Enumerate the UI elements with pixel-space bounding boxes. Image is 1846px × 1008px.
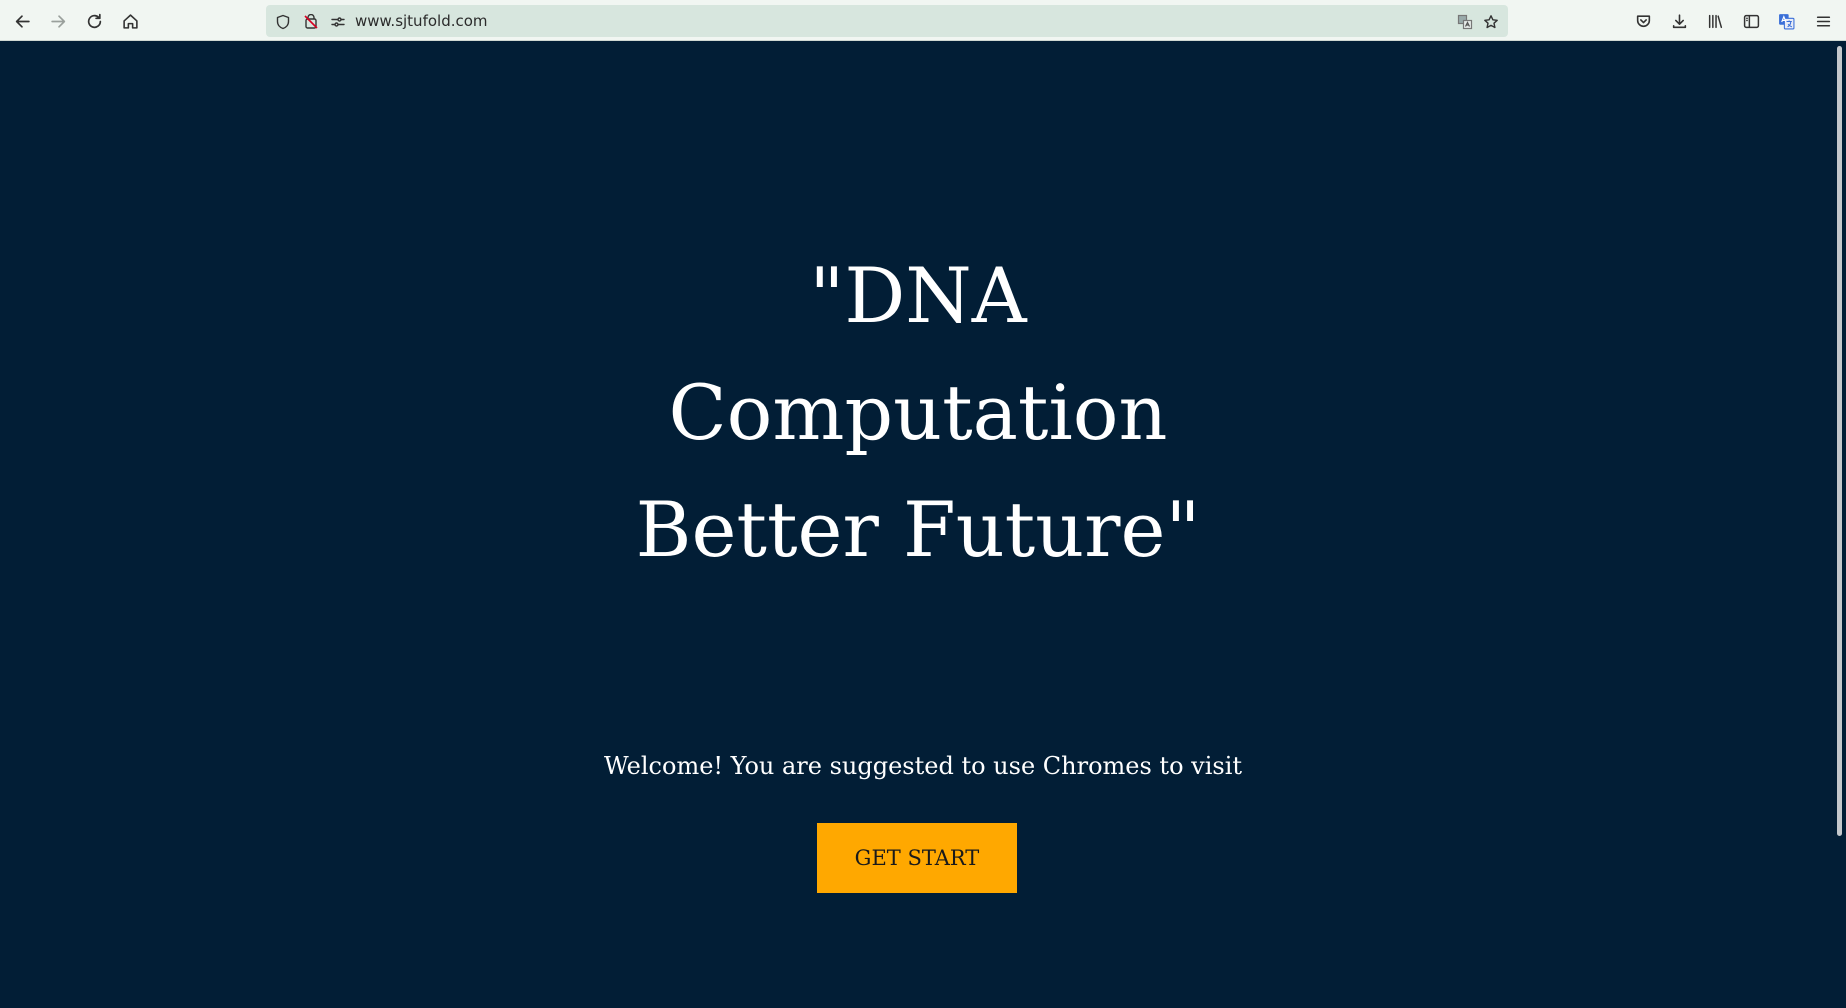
tracking-protection-button[interactable]	[274, 13, 291, 30]
hero-title-line-2: Computation	[668, 368, 1168, 457]
get-start-button[interactable]: GET START	[817, 823, 1017, 893]
back-button[interactable]	[7, 6, 37, 36]
bookmark-button[interactable]	[1482, 13, 1499, 30]
home-icon	[122, 13, 138, 29]
site-info-button[interactable]	[329, 13, 346, 30]
browser-toolbar: www.sjtufold.com	[0, 0, 1846, 41]
address-bar[interactable]: www.sjtufold.com	[266, 5, 1508, 37]
permissions-button[interactable]	[302, 13, 319, 30]
library-button[interactable]	[1700, 6, 1730, 36]
shield-icon	[276, 14, 289, 29]
hamburger-menu-icon	[1816, 15, 1830, 27]
pocket-icon	[1636, 14, 1650, 27]
menu-button[interactable]	[1808, 6, 1838, 36]
scrollbar[interactable]	[1837, 46, 1842, 836]
sidebar-icon	[1743, 14, 1759, 28]
translate-button[interactable]	[1456, 13, 1473, 30]
hero-title-line-1: "DNA	[809, 251, 1027, 340]
library-icon	[1708, 14, 1722, 28]
arrow-left-icon	[15, 14, 30, 28]
forward-button[interactable]	[43, 6, 73, 36]
welcome-message: Welcome! You are suggested to use Chrome…	[603, 752, 1243, 780]
reload-button[interactable]	[79, 6, 109, 36]
blocked-camera-icon	[303, 13, 318, 29]
home-button[interactable]	[115, 6, 145, 36]
pocket-button[interactable]	[1628, 6, 1658, 36]
url-text[interactable]: www.sjtufold.com	[355, 12, 488, 30]
sidebar-button[interactable]	[1736, 6, 1766, 36]
hero-title: "DNA Computation Better Future"	[573, 237, 1263, 588]
reload-icon	[87, 13, 101, 28]
page-settings-icon	[330, 16, 345, 27]
download-icon	[1672, 13, 1686, 28]
translate-icon	[1457, 14, 1472, 29]
translate-extension-button[interactable]	[1771, 6, 1801, 36]
translate-extension-icon	[1778, 13, 1794, 29]
hero-title-line-3: Better Future"	[635, 485, 1201, 574]
star-icon	[1483, 14, 1498, 28]
arrow-right-icon	[50, 14, 65, 28]
downloads-button[interactable]	[1664, 6, 1694, 36]
